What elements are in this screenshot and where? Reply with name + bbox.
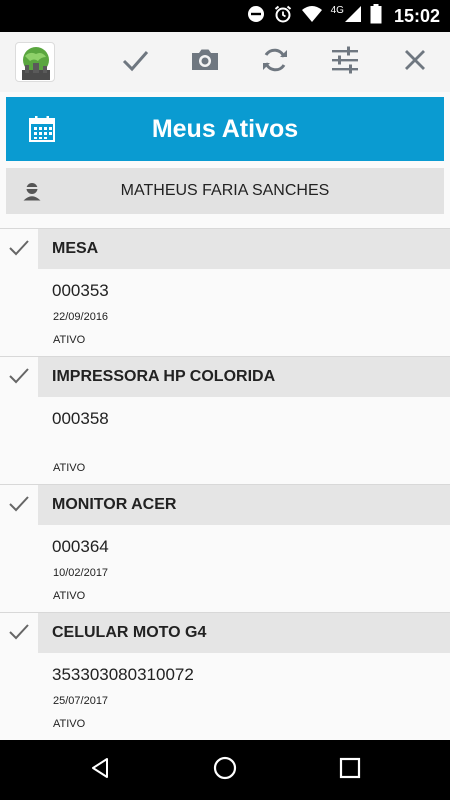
asset-title-bar: MONITOR ACER [38, 485, 450, 525]
status-bar: 4G 15:02 [0, 0, 450, 32]
list-item[interactable]: IMPRESSORA HP COLORIDA 000358 ATIVO [0, 356, 450, 484]
user-name: MATHEUS FARIA SANCHES [120, 182, 330, 199]
sync-icon [259, 44, 291, 81]
check-icon[interactable] [8, 365, 30, 387]
asset-status: ATIVO [53, 334, 86, 346]
filter-button[interactable] [323, 40, 367, 84]
page-header: Meus Ativos [6, 97, 444, 161]
asset-code: 000353 [52, 281, 109, 300]
action-toolbar [0, 32, 450, 92]
asset-title-bar: MESA [38, 229, 450, 269]
do-not-disturb-icon [247, 5, 265, 28]
close-button[interactable] [393, 40, 437, 84]
list-item[interactable]: MONITOR ACER 000364 10/02/2017 ATIVO [0, 484, 450, 612]
recents-icon [339, 757, 361, 784]
page-title: Meus Ativos [151, 115, 299, 143]
asset-code: 353303080310072 [52, 665, 194, 684]
asset-date: 25/07/2017 [53, 695, 109, 707]
network-type: 4G [330, 4, 344, 16]
asset-list[interactable]: MESA 000353 22/09/2016 ATIVO IMPRESSORA … [0, 228, 450, 740]
signal-icon [344, 5, 362, 28]
asset-name: MESA [52, 240, 99, 257]
list-item[interactable]: CELULAR MOTO G4 353303080310072 25/07/20… [0, 612, 450, 740]
list-item[interactable]: MESA 000353 22/09/2016 ATIVO [0, 228, 450, 356]
home-icon [212, 755, 238, 786]
alarm-icon [273, 4, 293, 29]
confirm-button[interactable] [113, 40, 157, 84]
asset-name: IMPRESSORA HP COLORIDA [52, 368, 276, 385]
check-icon[interactable] [8, 621, 30, 643]
asset-title-bar: IMPRESSORA HP COLORIDA [38, 357, 450, 397]
user-bar[interactable]: MATHEUS FARIA SANCHES [6, 168, 444, 214]
asset-date: 22/09/2016 [53, 311, 109, 323]
asset-name: CELULAR MOTO G4 [52, 624, 207, 641]
back-button[interactable] [80, 750, 120, 790]
asset-title-bar: CELULAR MOTO G4 [38, 613, 450, 653]
recents-button[interactable] [330, 750, 370, 790]
back-icon [88, 756, 112, 785]
navigation-bar [0, 740, 450, 800]
check-icon [119, 44, 151, 81]
asset-status: ATIVO [53, 590, 86, 602]
asset-status: ATIVO [53, 718, 86, 730]
battery-icon [370, 3, 382, 29]
asset-name: MONITOR ACER [52, 496, 177, 513]
check-icon[interactable] [8, 493, 30, 515]
app-logo[interactable] [15, 42, 55, 82]
close-icon [399, 44, 431, 81]
sync-button[interactable] [253, 40, 297, 84]
asset-date: 10/02/2017 [53, 567, 109, 579]
wifi-icon [301, 5, 323, 28]
asset-status: ATIVO [53, 462, 86, 474]
camera-icon [189, 44, 221, 81]
sliders-icon [329, 44, 361, 81]
camera-button[interactable] [183, 40, 227, 84]
status-icons: 4G 15:02 [247, 0, 440, 32]
clock: 15:02 [393, 5, 440, 26]
asset-code: 000364 [52, 537, 109, 556]
home-button[interactable] [205, 750, 245, 790]
asset-code: 000358 [52, 409, 109, 428]
check-icon[interactable] [8, 237, 30, 259]
